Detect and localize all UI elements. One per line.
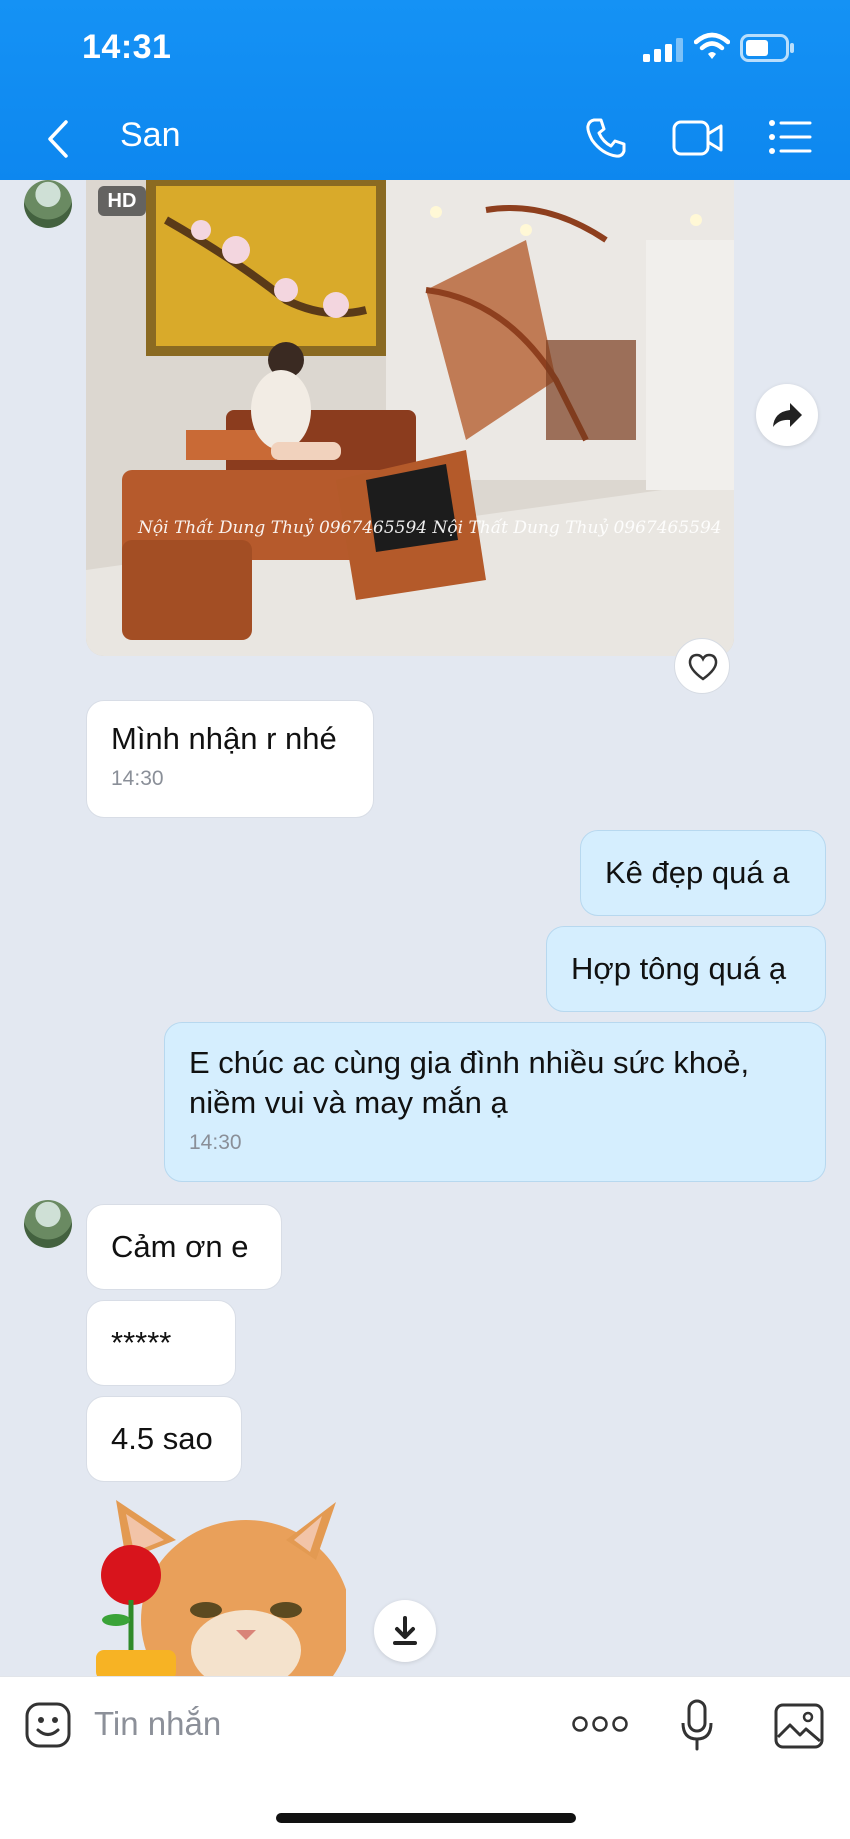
heart-icon [688, 653, 718, 681]
message-text: Kê đẹp quá a [605, 855, 790, 890]
message-text-line: E chúc ac cùng gia đình nhiều sức khoẻ, [189, 1045, 750, 1080]
cat-rose-sticker[interactable] [86, 1500, 346, 1676]
download-button[interactable] [374, 1600, 436, 1662]
video-camera-icon[interactable] [672, 118, 724, 158]
avatar[interactable] [24, 1200, 72, 1248]
message-bubble[interactable]: Hợp tông quá ạ [546, 926, 826, 1012]
message-text: ***** [111, 1325, 172, 1360]
message-bubble[interactable]: ***** [86, 1300, 236, 1386]
conversation-title[interactable]: San [120, 116, 181, 155]
living-room-photo [86, 180, 734, 656]
avatar[interactable] [24, 180, 72, 228]
message-time: 14:30 [111, 767, 164, 790]
hd-badge: HD [98, 186, 146, 216]
message-bubble[interactable]: Mình nhận r nhé 14:30 [86, 700, 374, 818]
message-text: Hợp tông quá ạ [571, 951, 787, 986]
phone-icon[interactable] [584, 116, 628, 160]
message-bubble[interactable]: E chúc ac cùng gia đình nhiều sức khoẻ, … [164, 1022, 826, 1182]
message-bubble[interactable]: Kê đẹp quá a [580, 830, 826, 916]
message-text: 4.5 sao [111, 1421, 213, 1456]
photo-watermark: Nội Thất Dung Thuỷ 0967465594 Nội Thất D… [138, 518, 722, 538]
download-icon [393, 1616, 417, 1645]
message-text: Cảm ơn e [111, 1229, 249, 1264]
forward-button[interactable] [756, 384, 818, 446]
message-text-line: niềm vui và may mắn ạ [189, 1085, 508, 1120]
forward-icon [773, 403, 802, 427]
more-dots-icon[interactable] [572, 1713, 628, 1735]
emoji-icon[interactable] [24, 1701, 72, 1749]
message-bubble[interactable]: Cảm ơn e [86, 1204, 282, 1290]
chat-header: 14:31 San [0, 0, 850, 180]
message-time: 14:30 [189, 1131, 242, 1154]
back-icon[interactable] [40, 116, 80, 162]
cellular-signal-icon [643, 38, 683, 62]
status-time: 14:31 [82, 28, 172, 66]
message-bubble[interactable]: 4.5 sao [86, 1396, 242, 1482]
message-composer [0, 1676, 850, 1839]
message-text: Mình nhận r nhé [111, 721, 337, 756]
shared-photo[interactable]: HD Nội Thất Dung Thuỷ 0967465594 Nội Thấ… [86, 180, 734, 656]
image-gallery-icon[interactable] [774, 1703, 824, 1749]
home-indicator [276, 1813, 576, 1823]
microphone-icon[interactable] [680, 1699, 714, 1751]
battery-icon [740, 34, 794, 62]
list-menu-icon[interactable] [768, 118, 812, 156]
wifi-icon [694, 32, 730, 59]
message-list[interactable]: HD Nội Thất Dung Thuỷ 0967465594 Nội Thấ… [0, 180, 850, 1676]
like-button[interactable] [674, 638, 730, 694]
message-input[interactable] [94, 1697, 544, 1751]
